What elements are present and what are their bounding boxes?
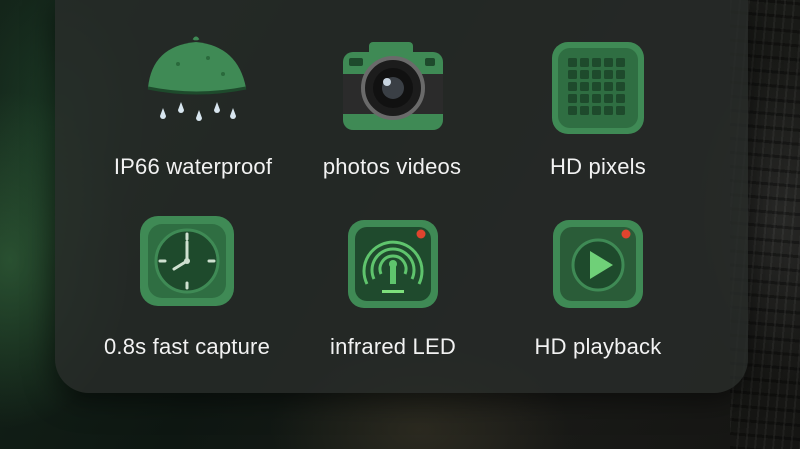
pixel-square [616, 94, 625, 103]
pixel-square [616, 70, 625, 79]
feature-label: IP66 waterproof [113, 154, 273, 179]
pixel-square [604, 70, 613, 79]
infrared-signal-icon [338, 218, 448, 314]
pixel-square [604, 94, 613, 103]
pixel-square [580, 106, 589, 115]
feature-label: HD pixels [550, 154, 646, 179]
features-panel: IP66 waterproof photos videos HD pixels … [55, 0, 748, 393]
pixel-square [616, 82, 625, 91]
feature-label: photos videos [322, 154, 462, 179]
camera-icon [337, 38, 447, 134]
pixel-grid-icon [543, 40, 653, 136]
pixel-square [592, 106, 601, 115]
pixel-square [592, 94, 601, 103]
pixel-square [580, 82, 589, 91]
pixel-square [568, 82, 577, 91]
feature-label: 0.8s fast capture [103, 334, 271, 359]
pixel-square [580, 70, 589, 79]
pixel-square [616, 106, 625, 115]
pixel-square [604, 106, 613, 115]
pixel-square [616, 58, 625, 67]
pixel-square [580, 94, 589, 103]
pixel-square [604, 82, 613, 91]
pixel-square [580, 58, 589, 67]
pixel-square [568, 94, 577, 103]
pixel-square [604, 58, 613, 67]
pixel-square [592, 70, 601, 79]
feature-label: HD playback [534, 334, 662, 359]
pixel-square [568, 106, 577, 115]
pixel-square [592, 82, 601, 91]
play-icon [543, 218, 653, 314]
feature-label: infrared LED [330, 334, 456, 359]
clock-icon [132, 214, 242, 310]
pixel-square [592, 58, 601, 67]
umbrella-rain-icon [138, 36, 248, 132]
pixel-square [568, 58, 577, 67]
pixel-square [568, 70, 577, 79]
